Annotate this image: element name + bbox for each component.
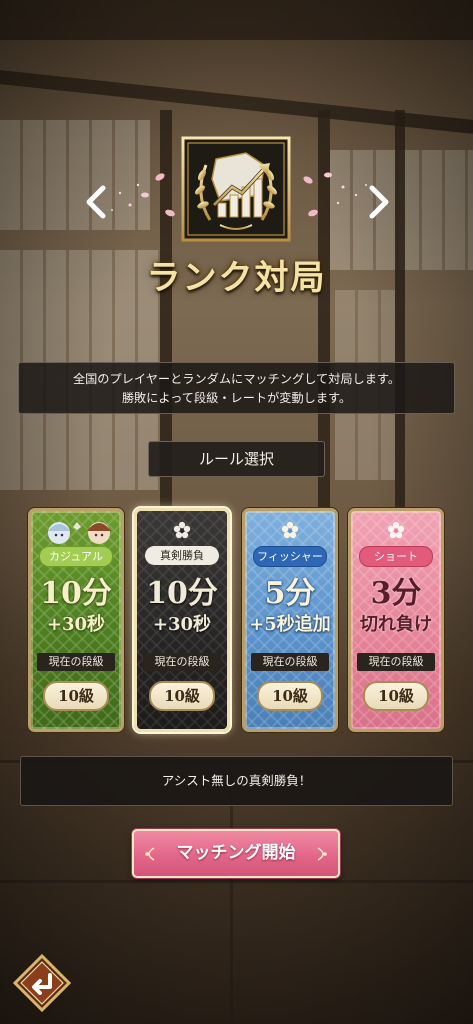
description-line-1: 全国のプレイヤーとランダムにマッチングして対局します。 xyxy=(72,372,401,386)
mode-info-bar: アシスト無しの真剣勝負！ xyxy=(20,756,453,806)
rule-select-label: ルール選択 xyxy=(148,441,325,477)
mode-description: 全国のプレイヤーとランダムにマッチングして対局します。 勝敗によって段級・レート… xyxy=(18,362,455,414)
character-portraits xyxy=(48,522,111,544)
time-main: 10分 xyxy=(40,576,112,611)
time-extra: +5秒追加 xyxy=(249,614,331,635)
rank-label: 現在の段級 xyxy=(37,653,115,671)
ornament-left-icon xyxy=(145,847,155,861)
rank-value: 10級 xyxy=(43,681,109,711)
plum-flower-icon xyxy=(281,521,299,539)
time-extra: +30秒 xyxy=(152,614,212,635)
time-extra: +30秒 xyxy=(46,614,106,635)
mode-card-serious[interactable]: 真剣勝負 10分 +30秒 現在の段級 10級 xyxy=(134,508,230,732)
mode-name: ショート xyxy=(359,546,433,567)
time-main: 10分 xyxy=(146,576,218,611)
plum-flower-icon xyxy=(387,521,405,539)
start-matching-button[interactable]: マッチング開始 xyxy=(132,829,340,878)
time-main: 3分 xyxy=(370,576,422,611)
plum-flower-icon xyxy=(173,521,191,539)
ornament-right-icon xyxy=(317,847,327,861)
cherry-petals-right xyxy=(303,172,367,217)
rank-laurel-chart-icon xyxy=(181,136,291,242)
start-matching-label: マッチング開始 xyxy=(176,843,296,863)
description-line-2: 勝敗によって段級・レートが変動します。 xyxy=(121,391,352,405)
rank-label: 現在の段級 xyxy=(251,653,329,671)
mode-name: 真剣勝負 xyxy=(145,546,219,565)
mode-name: カジュアル xyxy=(39,546,113,567)
back-button[interactable] xyxy=(12,953,72,1013)
rank-value: 10級 xyxy=(363,681,429,711)
cherry-petals-left xyxy=(111,173,175,217)
mode-card-casual[interactable]: カジュアル 10分 +30秒 現在の段級 10級 xyxy=(28,508,124,732)
mode-card-fischer[interactable]: フィッシャー 5分 +5秒追加 現在の段級 10級 xyxy=(242,508,338,732)
time-main: 5分 xyxy=(264,576,316,611)
mode-name: フィッシャー xyxy=(253,546,327,567)
rank-value: 10級 xyxy=(257,681,323,711)
page-title: ランク対局 xyxy=(146,258,327,298)
mode-card-short[interactable]: ショート 3分 切れ負け 現在の段級 10級 xyxy=(348,508,444,732)
rank-value: 10級 xyxy=(149,681,215,711)
rank-label: 現在の段級 xyxy=(143,653,221,671)
time-extra: 切れ負け xyxy=(360,614,432,635)
rank-label: 現在の段級 xyxy=(357,653,435,671)
